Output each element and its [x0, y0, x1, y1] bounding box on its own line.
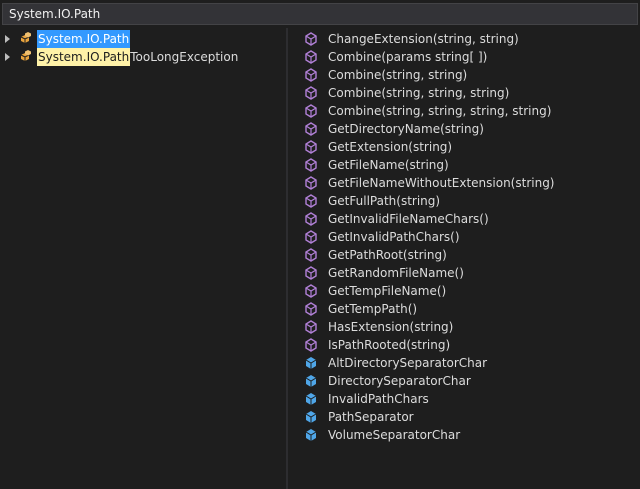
method-icon: [305, 212, 317, 226]
method-icon: [305, 320, 317, 334]
member-method-item[interactable]: HasExtension(string): [304, 318, 555, 336]
member-list-pane: ChangeExtension(string, string) Combine(p…: [288, 28, 640, 489]
member-field-item[interactable]: VolumeSeparatorChar: [304, 426, 555, 444]
type-tree: System.IO.Path System.IO.Path TooLongExce…: [0, 28, 286, 489]
member-label: GetTempFileName(): [328, 284, 447, 298]
member-field-item[interactable]: PathSeparator: [304, 408, 555, 426]
member-label: Combine(string, string, string): [328, 86, 510, 100]
method-icon: [305, 284, 317, 298]
member-label: GetPathRoot(string): [328, 248, 447, 262]
method-icon: [305, 302, 317, 316]
expand-arrow-icon[interactable]: [5, 53, 10, 61]
tree-item-label: System.IO.Path: [37, 30, 131, 48]
member-label: Combine(string, string): [328, 68, 468, 82]
method-icon: [305, 68, 317, 82]
method-icon: [305, 230, 317, 244]
method-icon: [305, 248, 317, 262]
field-icon: [305, 429, 317, 441]
member-label: AltDirectorySeparatorChar: [328, 356, 488, 370]
member-label: GetExtension(string): [328, 140, 453, 154]
method-icon: [305, 122, 317, 136]
member-field-item[interactable]: AltDirectorySeparatorChar: [304, 354, 555, 372]
tree-item-label-match: System.IO.Path: [37, 48, 131, 66]
member-label: InvalidPathChars: [328, 392, 429, 406]
member-label: GetInvalidPathChars(): [328, 230, 460, 244]
member-label: GetFullPath(string): [328, 194, 441, 208]
member-field-item[interactable]: DirectorySeparatorChar: [304, 372, 555, 390]
member-method-item[interactable]: GetExtension(string): [304, 138, 555, 156]
tree-item-system-io-path[interactable]: System.IO.Path: [0, 30, 131, 48]
member-method-item[interactable]: GetPathRoot(string): [304, 246, 555, 264]
method-icon: [305, 86, 317, 100]
member-label: GetDirectoryName(string): [328, 122, 484, 136]
member-label: GetInvalidFileNameChars(): [328, 212, 489, 226]
member-method-item[interactable]: GetFileName(string): [304, 156, 555, 174]
member-method-item[interactable]: Combine(params string[ ]): [304, 48, 555, 66]
field-icon: [305, 411, 317, 423]
tree-item-label-rest: TooLongException: [130, 50, 239, 64]
method-icon: [305, 194, 317, 208]
search-input-value: System.IO.Path: [9, 7, 101, 21]
field-icon: [305, 375, 317, 387]
member-list: ChangeExtension(string, string) Combine(p…: [304, 30, 555, 444]
member-label: Combine(params string[ ]): [328, 50, 488, 64]
member-method-item[interactable]: GetTempFileName(): [304, 282, 555, 300]
member-label: GetFileName(string): [328, 158, 449, 172]
method-icon: [305, 140, 317, 154]
field-icon: [305, 357, 317, 369]
member-method-item[interactable]: IsPathRooted(string): [304, 336, 555, 354]
member-label: HasExtension(string): [328, 320, 454, 334]
member-method-item[interactable]: Combine(string, string): [304, 66, 555, 84]
member-method-item[interactable]: GetInvalidPathChars(): [304, 228, 555, 246]
expand-arrow-icon[interactable]: [5, 35, 10, 43]
member-method-item[interactable]: GetFileNameWithoutExtension(string): [304, 174, 555, 192]
class-icon: [20, 50, 31, 61]
member-field-item[interactable]: InvalidPathChars: [304, 390, 555, 408]
member-label: Combine(string, string, string, string): [328, 104, 552, 118]
method-icon: [305, 176, 317, 190]
member-method-item[interactable]: Combine(string, string, string, string): [304, 102, 555, 120]
member-label: ChangeExtension(string, string): [328, 32, 519, 46]
member-label: VolumeSeparatorChar: [328, 428, 461, 442]
member-method-item[interactable]: GetInvalidFileNameChars(): [304, 210, 555, 228]
member-method-item[interactable]: ChangeExtension(string, string): [304, 30, 555, 48]
method-icon: [305, 266, 317, 280]
field-icon: [305, 393, 317, 405]
member-method-item[interactable]: GetDirectoryName(string): [304, 120, 555, 138]
method-icon: [305, 158, 317, 172]
class-icon: [20, 32, 31, 43]
member-method-item[interactable]: GetFullPath(string): [304, 192, 555, 210]
tree-item-system-io-pathtoolongexception[interactable]: System.IO.Path TooLongException: [0, 48, 238, 66]
member-method-item[interactable]: GetRandomFileName(): [304, 264, 555, 282]
method-icon: [305, 104, 317, 118]
member-label: PathSeparator: [328, 410, 414, 424]
member-label: GetTempPath(): [328, 302, 418, 316]
member-label: GetRandomFileName(): [328, 266, 464, 280]
search-input[interactable]: System.IO.Path: [2, 3, 638, 25]
method-icon: [305, 338, 317, 352]
member-method-item[interactable]: Combine(string, string, string): [304, 84, 555, 102]
method-icon: [305, 32, 317, 46]
method-icon: [305, 50, 317, 64]
member-label: DirectorySeparatorChar: [328, 374, 471, 388]
member-method-item[interactable]: GetTempPath(): [304, 300, 555, 318]
member-label: IsPathRooted(string): [328, 338, 451, 352]
member-label: GetFileNameWithoutExtension(string): [328, 176, 555, 190]
